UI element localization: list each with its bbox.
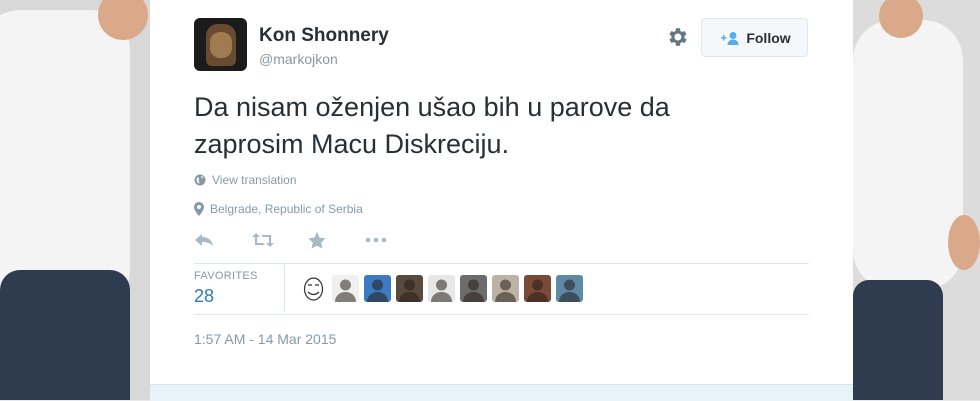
follow-button[interactable]: Follow — [701, 18, 808, 57]
favoriter-avatar[interactable] — [428, 275, 455, 302]
tweet-text-line: zaprosim Macu Diskreciju. — [194, 129, 510, 159]
tweet-actions — [194, 229, 422, 251]
reply-button[interactable] — [194, 229, 251, 251]
favorites-count[interactable]: 28 — [194, 286, 214, 307]
tweet-location[interactable]: Belgrade, Republic of Serbia — [194, 202, 363, 216]
favoriter-avatar[interactable] — [396, 275, 423, 302]
divider — [194, 314, 809, 315]
location-label: Belgrade, Republic of Serbia — [210, 202, 363, 216]
jeans-shape — [853, 280, 943, 400]
favorites-label: FAVORITES — [194, 270, 258, 282]
tweet-text: Da nisam oženjen ušao bih u parove da za… — [194, 89, 794, 163]
jeans-shape — [0, 270, 130, 400]
favoriter-avatar[interactable] — [556, 275, 583, 302]
view-translation-label: View translation — [212, 173, 297, 187]
divider — [194, 263, 809, 264]
avatar-dog-face — [210, 32, 232, 58]
more-button[interactable] — [365, 229, 422, 251]
more-dots-icon — [365, 237, 387, 243]
favoriter-avatar[interactable] — [364, 275, 391, 302]
reply-icon — [195, 234, 213, 246]
favorite-star-icon — [308, 231, 326, 249]
favoriter-avatar[interactable] — [332, 275, 359, 302]
author-handle[interactable]: @markojkon — [259, 51, 338, 67]
shirt-shape — [0, 10, 130, 310]
retweet-icon — [252, 233, 274, 247]
background-photo-right — [853, 0, 980, 400]
view-translation-link[interactable]: View translation — [194, 173, 297, 187]
background-photo-left — [0, 0, 150, 400]
tweet-text-line: Da nisam oženjen ušao bih u parove da — [194, 92, 670, 122]
favoriter-avatar[interactable] — [460, 275, 487, 302]
gear-icon[interactable] — [665, 25, 689, 49]
shirt-shape — [853, 20, 963, 290]
follow-person-plus-icon — [721, 31, 739, 45]
hand-shape — [948, 215, 980, 270]
favorite-button[interactable] — [308, 229, 365, 251]
globe-icon — [194, 174, 206, 186]
favorites-separator — [284, 264, 285, 312]
retweet-button[interactable] — [251, 229, 308, 251]
author-avatar[interactable] — [194, 18, 247, 71]
favoriter-avatar[interactable] — [300, 275, 327, 302]
favoriter-avatar[interactable] — [492, 275, 519, 302]
tweet-card: Kon Shonnery @markojkon Follow Da nisam … — [150, 0, 853, 401]
location-pin-icon — [194, 202, 204, 216]
tweet-timestamp[interactable]: 1:57 AM - 14 Mar 2015 — [194, 331, 336, 347]
favoriter-avatar[interactable] — [524, 275, 551, 302]
favoriters-avatars — [300, 275, 583, 302]
author-name[interactable]: Kon Shonnery — [259, 25, 389, 47]
follow-button-label: Follow — [746, 29, 791, 46]
reply-area-footer — [150, 384, 853, 401]
